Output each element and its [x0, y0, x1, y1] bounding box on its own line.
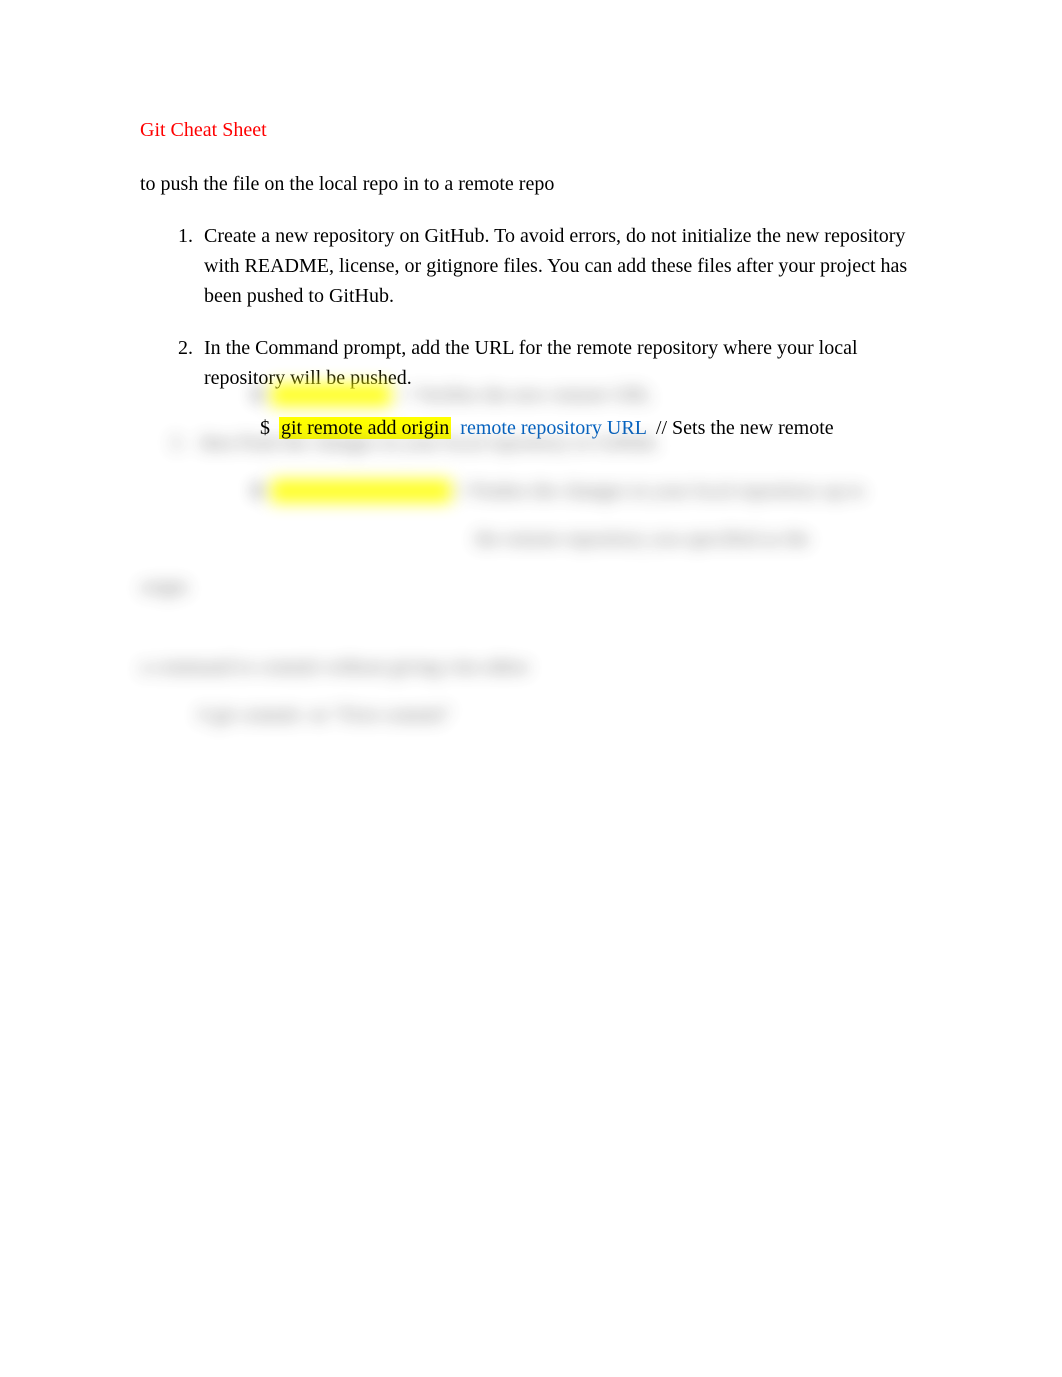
- page-title: Git Cheat Sheet: [140, 115, 932, 145]
- shell-prompt: $: [252, 476, 262, 506]
- blurred-section-title: a command to commit without giving vim e…: [140, 652, 529, 682]
- step-text: Create a new repository on GitHub. To av…: [204, 225, 907, 307]
- list-item: Create a new repository on GitHub. To av…: [198, 221, 932, 311]
- blurred-text: origin: [140, 572, 188, 602]
- highlighted-command: [271, 479, 451, 503]
- blurred-step-text: then Push the changes in your local repo…: [200, 428, 660, 458]
- blurred-command: # git commit -m "First commit": [198, 700, 452, 730]
- shell-prompt: $: [252, 380, 262, 410]
- highlighted-command: [271, 383, 391, 407]
- blurred-text: // Pushes the changes in your local repo…: [451, 476, 864, 506]
- intro-text: to push the file on the local repo in to…: [140, 169, 932, 199]
- blurred-text: the remote repository you specified as t…: [475, 524, 809, 554]
- blurred-text: // Verifies the new remote URL: [391, 380, 652, 410]
- blurred-preview-region: $ // Verifies the new remote URL 3. then…: [140, 380, 930, 748]
- blurred-step-number: 3.: [170, 428, 200, 458]
